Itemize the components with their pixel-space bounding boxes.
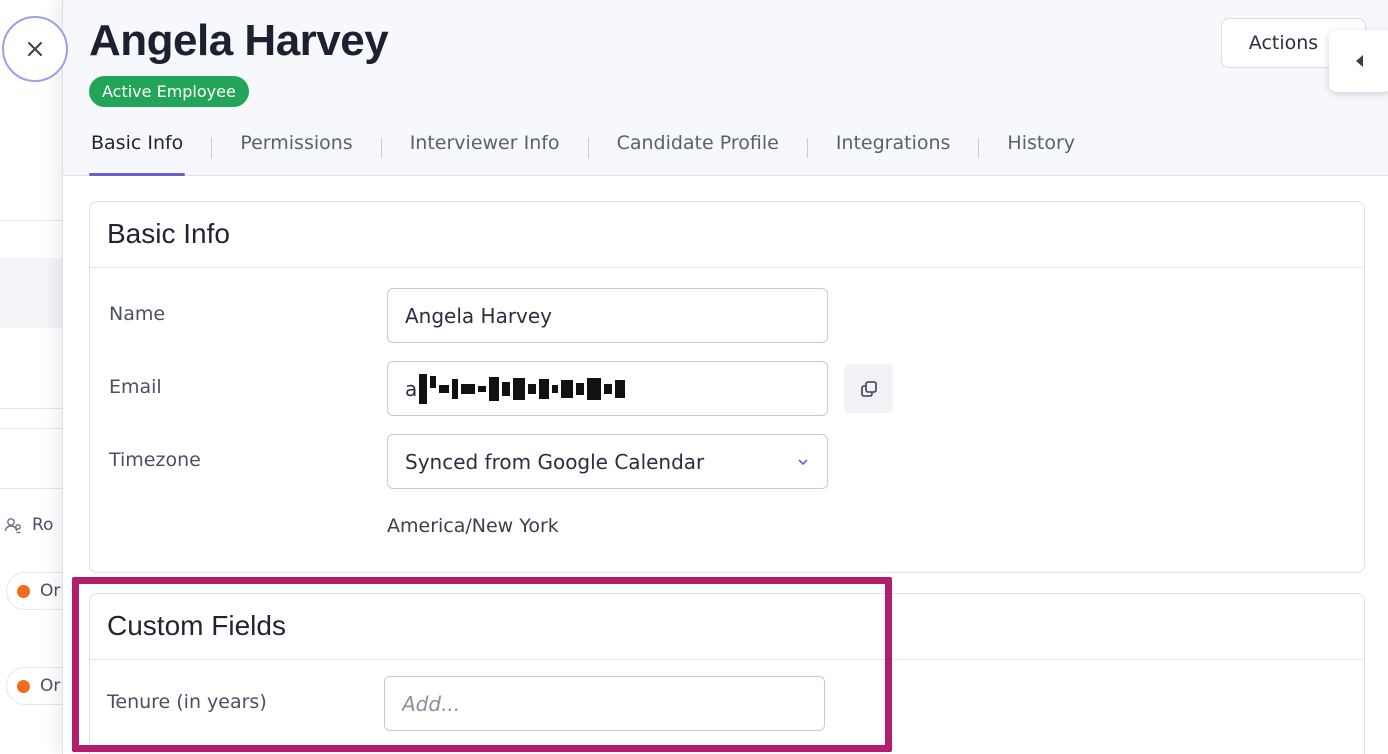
tenure-field[interactable]: [384, 676, 825, 731]
background-divider: [0, 408, 70, 409]
email-field[interactable]: a: [387, 361, 828, 416]
tab-separator: [978, 138, 980, 158]
tab-basic-info[interactable]: Basic Info: [89, 126, 186, 176]
timezone-label: Timezone: [109, 449, 201, 471]
background-divider: [0, 220, 70, 221]
close-icon: [28, 42, 42, 56]
name-field[interactable]: Angela Harvey: [387, 288, 828, 343]
tab-integrations[interactable]: Integrations: [834, 126, 953, 176]
name-value: Angela Harvey: [405, 303, 553, 328]
custom-fields-card: Custom Fields Tenure (in years): [89, 593, 1365, 754]
name-label: Name: [109, 303, 166, 325]
close-drawer-button[interactable]: [2, 16, 68, 82]
drawer-header: Angela Harvey Active Employee Actions Ba…: [63, 0, 1388, 176]
tab-separator: [380, 138, 382, 158]
users-icon: [4, 518, 21, 534]
email-value-prefix: a: [405, 376, 418, 401]
custom-fields-title: Custom Fields: [90, 594, 1364, 660]
tab-history[interactable]: History: [1005, 126, 1077, 176]
tab-candidate-profile[interactable]: Candidate Profile: [615, 126, 781, 176]
collapse-panel-button[interactable]: [1329, 30, 1388, 92]
timezone-note: America/New York: [387, 515, 559, 537]
email-label: Email: [109, 376, 162, 398]
tenure-input[interactable]: [402, 691, 807, 716]
chevron-down-icon: [798, 459, 808, 466]
copy-email-button[interactable]: [844, 364, 893, 413]
tab-bar: Basic Info Permissions Interviewer Info …: [89, 126, 1077, 176]
basic-info-card: Basic Info Name Angela Harvey Email a Ti…: [89, 201, 1365, 573]
background-status-text: Or: [40, 676, 61, 696]
tab-separator: [211, 138, 213, 158]
tab-separator: [806, 138, 808, 158]
timezone-select[interactable]: Synced from Google Calendar: [387, 434, 828, 489]
status-dot-icon: [17, 584, 30, 598]
background-page: Ro Or Or: [0, 0, 86, 754]
background-column-header[interactable]: Ro: [4, 515, 53, 535]
copy-icon: [860, 380, 877, 397]
tab-separator: [587, 138, 589, 158]
status-badge: Active Employee: [89, 76, 249, 107]
timezone-value: Synced from Google Calendar: [405, 449, 705, 474]
basic-info-title: Basic Info: [90, 202, 1364, 268]
caret-left-icon: [1356, 55, 1363, 67]
tab-interviewer-info[interactable]: Interviewer Info: [408, 126, 562, 176]
employee-drawer: Angela Harvey Active Employee Actions Ba…: [62, 0, 1388, 754]
background-status-text: Or: [40, 581, 61, 601]
tenure-label: Tenure (in years): [107, 691, 267, 713]
background-divider: [0, 428, 70, 429]
email-redaction: [419, 373, 626, 404]
tab-permissions[interactable]: Permissions: [238, 126, 354, 176]
background-table-header: [0, 258, 70, 328]
employee-name: Angela Harvey: [89, 16, 389, 65]
background-column-label: Ro: [32, 515, 54, 535]
status-dot-icon: [17, 679, 30, 693]
background-divider: [0, 488, 70, 489]
